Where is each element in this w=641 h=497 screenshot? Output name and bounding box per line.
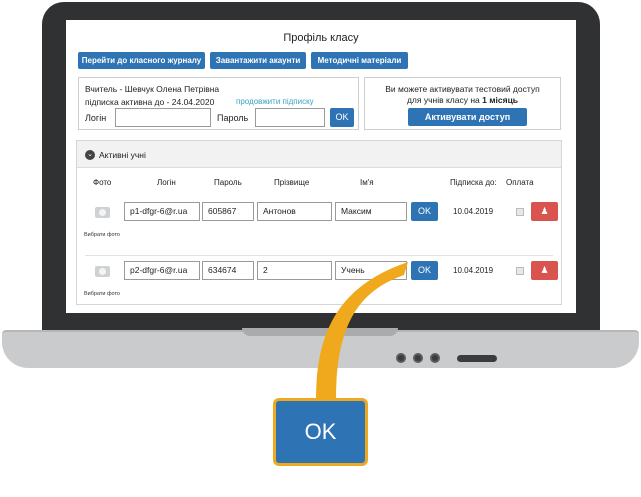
teacher-ok-button[interactable]: OK <box>330 108 354 127</box>
pay-button[interactable]: ♟ <box>531 202 558 221</box>
camera-icon[interactable] <box>95 266 110 277</box>
teacher-panel: Вчитель - Шевчук Олена Петрівна підписка… <box>78 77 359 130</box>
trial-text-prefix: для учнів класу на <box>406 95 480 105</box>
laptop-slot <box>457 355 497 362</box>
password-input[interactable] <box>255 108 325 127</box>
subscription-status: підписка активна до - 24.04.2020 <box>85 97 215 107</box>
column-header-subscription: Підписка до: <box>450 178 497 187</box>
pay-button[interactable]: ♟ <box>531 261 558 280</box>
column-header-surname: Прізвище <box>274 178 310 187</box>
student-surname-field[interactable]: Антонов <box>257 202 332 221</box>
active-students-header[interactable]: ⌄ Активні учні <box>77 141 561 168</box>
payment-checkbox[interactable] <box>516 267 524 275</box>
student-login-field[interactable]: p1-dfgr-6@r.ua <box>124 202 200 221</box>
trial-text-line1: Ви можете активувати тестовий доступ <box>385 84 540 94</box>
payment-checkbox[interactable] <box>516 208 524 216</box>
person-icon: ♟ <box>540 206 549 216</box>
laptop-screen: Профіль класу Перейти до класного журнал… <box>66 20 576 313</box>
student-surname-field[interactable]: 2 <box>257 261 332 280</box>
student-password-field[interactable]: 634674 <box>202 261 254 280</box>
section-title: Активні учні <box>99 150 146 160</box>
subscription-date: 10.04.2019 <box>453 266 494 275</box>
column-header-login: Логін <box>157 178 176 187</box>
trial-panel: Ви можете активувати тестовий доступ для… <box>364 77 561 130</box>
teacher-name: Вчитель - Шевчук Олена Петрівна <box>85 84 220 94</box>
ok-callout: OK <box>273 398 368 466</box>
indicator-light <box>413 353 423 363</box>
column-header-password: Пароль <box>214 178 242 187</box>
choose-photo-link[interactable]: Вибрати фото <box>84 232 120 238</box>
login-label: Логін <box>85 113 107 123</box>
trial-text-line2: для учнів класу на 1 місяць <box>365 95 560 105</box>
student-login-field[interactable]: p2-dfgr-6@r.ua <box>124 261 200 280</box>
choose-photo-link[interactable]: Вибрати фото <box>84 291 120 297</box>
column-header-photo: Фото <box>93 178 112 187</box>
student-name-field[interactable]: Учень <box>335 261 407 280</box>
student-password-field[interactable]: 605867 <box>202 202 254 221</box>
password-label: Пароль <box>217 113 249 123</box>
materials-button[interactable]: Методичні матеріали <box>311 52 408 69</box>
column-header-name: Ім'я <box>360 178 374 187</box>
person-icon: ♟ <box>540 265 549 275</box>
student-ok-button[interactable]: OK <box>411 202 438 221</box>
login-input[interactable] <box>115 108 211 127</box>
row-divider <box>85 255 553 256</box>
camera-icon[interactable] <box>95 207 110 218</box>
extend-subscription-link[interactable]: продовжити підписку <box>236 97 314 106</box>
subscription-date: 10.04.2019 <box>453 207 494 216</box>
column-header-payment: Оплата <box>506 178 534 187</box>
page-title: Профіль класу <box>283 32 359 44</box>
class-journal-button[interactable]: Перейти до класного журналу <box>78 52 205 69</box>
trial-duration: 1 місяць <box>482 95 519 105</box>
student-ok-button[interactable]: OK <box>411 261 438 280</box>
chevron-down-icon[interactable]: ⌄ <box>85 150 95 160</box>
laptop-hinge <box>242 328 398 336</box>
download-accounts-button[interactable]: Завантажити акаунти <box>210 52 306 69</box>
student-name-field[interactable]: Максим <box>335 202 407 221</box>
indicator-light <box>430 353 440 363</box>
active-students-panel: ⌄ Активні учні Фото Логін Пароль Прізвищ… <box>76 140 562 305</box>
activate-access-button[interactable]: Активувати доступ <box>408 108 527 126</box>
indicator-light <box>396 353 406 363</box>
